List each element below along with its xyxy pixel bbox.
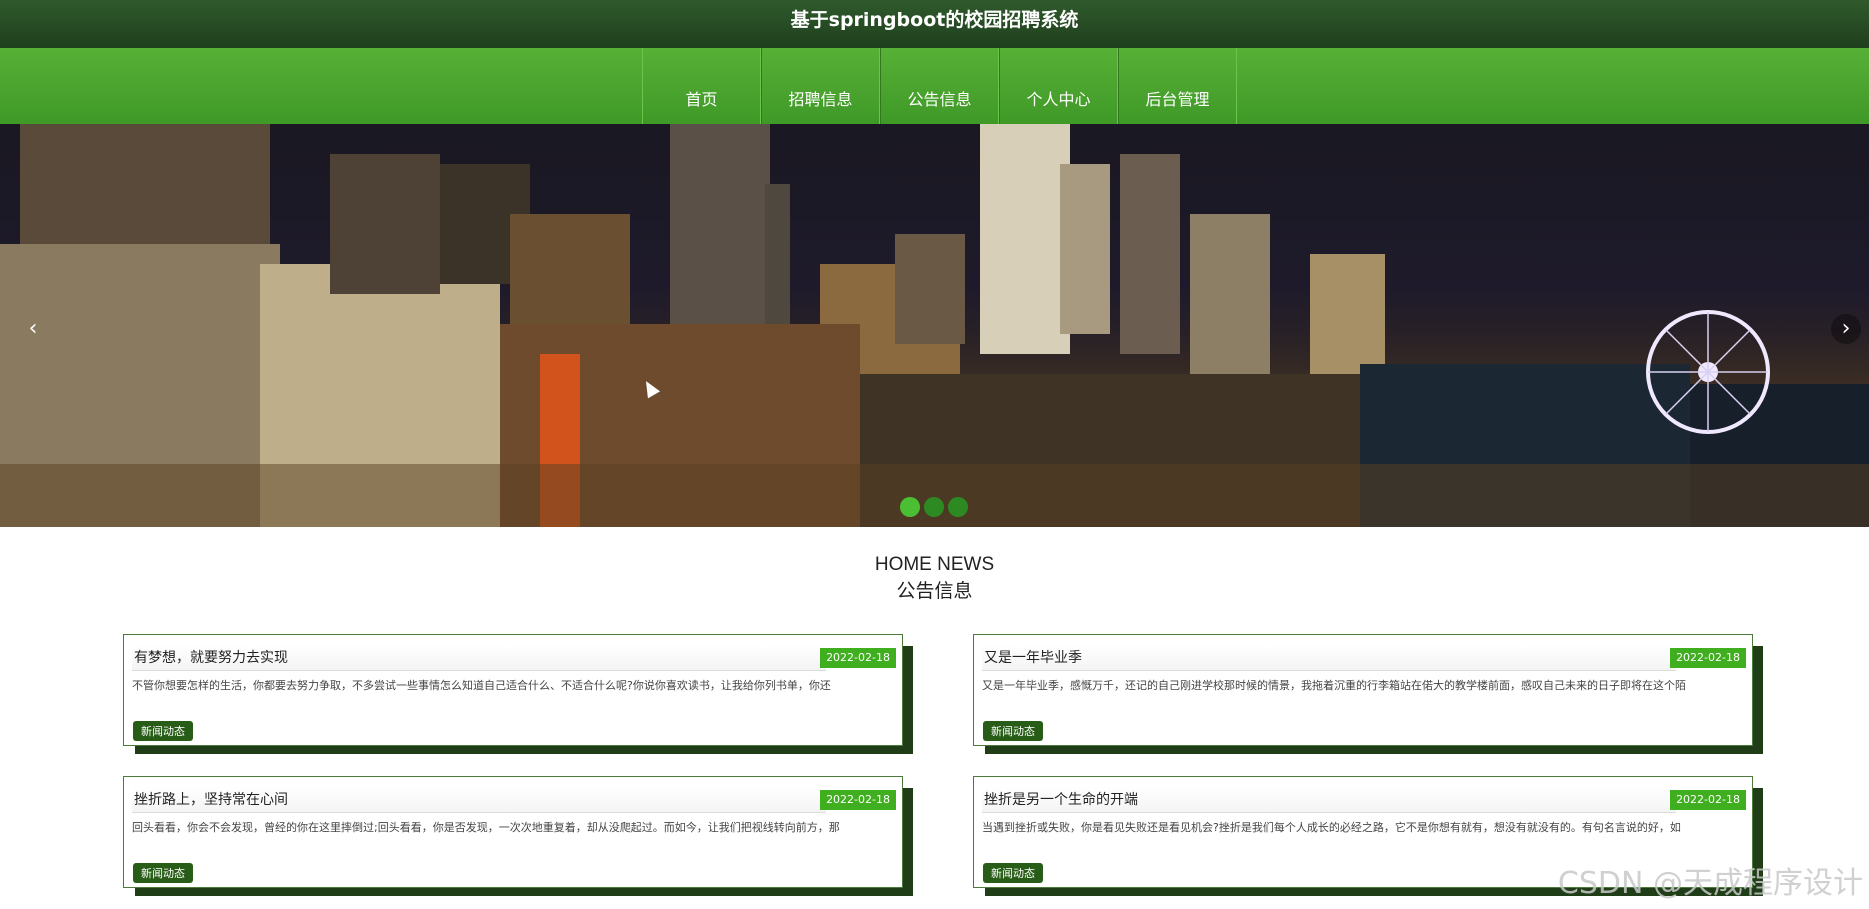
news-section-heading: HOME NEWS 公告信息: [0, 553, 1869, 605]
news-category-tag[interactable]: 新闻动态: [133, 863, 193, 883]
main-nav: 首页 招聘信息 公告信息 个人中心 后台管理: [0, 48, 1869, 124]
news-title[interactable]: 挫折路上，坚持常在心间: [132, 787, 826, 813]
section-title-cn: 公告信息: [896, 580, 973, 602]
news-title[interactable]: 有梦想，就要努力去实现: [132, 645, 826, 671]
news-excerpt: 又是一年毕业季，感慨万千，还记的自己刚进学校那时候的情景，我拖着沉重的行李箱站在…: [982, 679, 1686, 692]
carousel-next-icon[interactable]: ›: [1831, 314, 1861, 344]
site-title: 基于springboot的校园招聘系统: [790, 9, 1079, 31]
news-card[interactable]: 又是一年毕业季 2022-02-18 又是一年毕业季，感慨万千，还记的自己刚进学…: [973, 634, 1763, 754]
news-title[interactable]: 又是一年毕业季: [982, 645, 1676, 671]
banner-carousel[interactable]: ‹ ›: [0, 124, 1869, 527]
nav-item-notices[interactable]: 公告信息: [880, 48, 999, 124]
news-date-badge: 2022-02-18: [820, 648, 896, 668]
nav-item-admin[interactable]: 后台管理: [1118, 48, 1237, 124]
nav-item-home[interactable]: 首页: [642, 48, 761, 124]
nav-item-profile[interactable]: 个人中心: [999, 48, 1118, 124]
watermark-text: CSDN @天成程序设计: [1557, 866, 1863, 901]
carousel-prev-icon[interactable]: ‹: [18, 314, 48, 344]
news-excerpt: 当遇到挫折或失败，你是看见失败还是看见机会?挫折是我们每个人成长的必经之路，它不…: [982, 821, 1681, 834]
news-category-tag[interactable]: 新闻动态: [983, 721, 1043, 741]
section-title-en: HOME NEWS: [874, 554, 995, 575]
carousel-dot-1[interactable]: [900, 497, 920, 517]
news-card[interactable]: 挫折路上，坚持常在心间 2022-02-18 回头看看，你会不会发现，曾经的你在…: [123, 776, 913, 896]
news-category-tag[interactable]: 新闻动态: [983, 863, 1043, 883]
nav-item-jobs[interactable]: 招聘信息: [761, 48, 880, 124]
carousel-dot-3[interactable]: [948, 497, 968, 517]
top-header: 基于springboot的校园招聘系统: [0, 0, 1869, 48]
news-excerpt: 回头看看，你会不会发现，曾经的你在这里摔倒过;回头看看，你是否发现，一次次地重复…: [132, 821, 840, 834]
news-title[interactable]: 挫折是另一个生命的开端: [982, 787, 1676, 813]
news-excerpt: 不管你想要怎样的生活，你都要去努力争取，不多尝试一些事情怎么知道自己适合什么、不…: [132, 679, 831, 692]
news-date-badge: 2022-02-18: [1670, 648, 1746, 668]
news-date-badge: 2022-02-18: [820, 790, 896, 810]
news-card[interactable]: 有梦想，就要努力去实现 2022-02-18 不管你想要怎样的生活，你都要去努力…: [123, 634, 913, 754]
news-date-badge: 2022-02-18: [1670, 790, 1746, 810]
news-category-tag[interactable]: 新闻动态: [133, 721, 193, 741]
carousel-dot-2[interactable]: [924, 497, 944, 517]
city-skyline-image: [0, 124, 1869, 527]
carousel-indicators: [900, 497, 968, 517]
